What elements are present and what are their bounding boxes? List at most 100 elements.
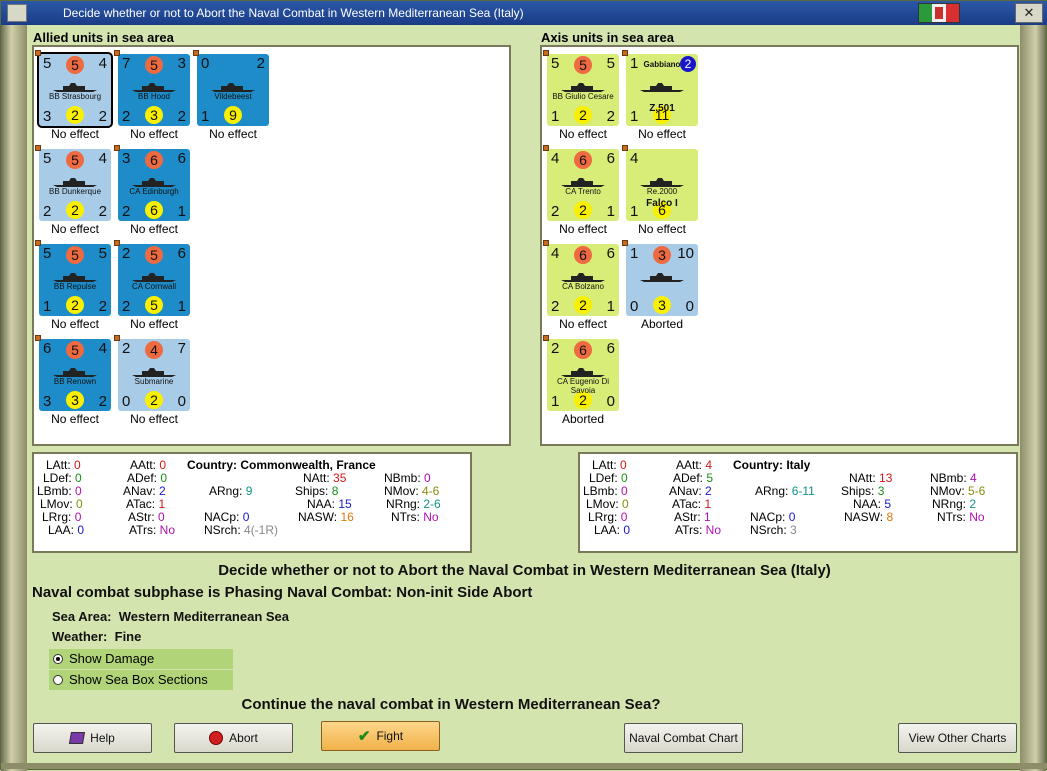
unit-stat-bottom-left: 3 bbox=[43, 393, 52, 410]
unit-movement-circle: 2 bbox=[66, 106, 84, 124]
allied-unit-counter[interactable]: 2 6 2 1 5 5 CA Cornwall bbox=[118, 244, 190, 316]
unit-attack-circle: 6 bbox=[574, 341, 592, 359]
fight-button[interactable]: ✔ Fight bbox=[321, 721, 440, 751]
axis-unit-counter[interactable]: 5 5 1 2 5 2 BB Giulio Cesare bbox=[547, 54, 619, 126]
axis-unit-counter[interactable]: 2 6 1 0 6 2 CA Eugenio Di Savoia bbox=[547, 339, 619, 411]
unit-combat-status: No effect bbox=[559, 317, 607, 331]
allied-stats-panel: LAtt: 0 LDef: 0 LBmb: 0 LMov: 0 LRrg: 0 … bbox=[32, 452, 472, 553]
axis-ntrs: No bbox=[969, 510, 985, 524]
axis-unit-counter[interactable]: 4 1 6 Re.2000 Falco I bbox=[626, 149, 698, 221]
unit-stat-top-left: 4 bbox=[551, 150, 560, 167]
ship-silhouette-icon bbox=[640, 174, 684, 187]
axis-arng: 6-11 bbox=[791, 484, 815, 498]
axis-country: Italy bbox=[786, 458, 811, 472]
axis-unit-counter[interactable]: 4 6 2 1 6 2 CA Bolzano bbox=[547, 244, 619, 316]
unit-attack-circle: 5 bbox=[66, 246, 84, 264]
unit-stat-top-left: 1 bbox=[630, 245, 639, 262]
abort-button[interactable]: Abort bbox=[174, 723, 293, 753]
show-sea-box-radio[interactable]: Show Sea Box Sections bbox=[49, 670, 233, 690]
unit-stat-top-right: 6 bbox=[177, 150, 186, 167]
unit-stat-bottom-right: 2 bbox=[98, 203, 107, 220]
unit-combat-status: No effect bbox=[638, 222, 686, 236]
axis-anav: 2 bbox=[705, 484, 712, 498]
unit-marker-icon bbox=[622, 145, 628, 151]
view-other-charts-button[interactable]: View Other Charts bbox=[898, 723, 1017, 753]
allied-unit-counter[interactable]: 7 3 2 2 5 3 BB Hood bbox=[118, 54, 190, 126]
allied-ldef: 0 bbox=[75, 471, 82, 485]
allied-units-pane[interactable]: 5 4 3 2 5 2 BB Strasbourg No effect 7 3 2 2 5 3 BB Hoo… bbox=[32, 45, 511, 446]
unit-combat-status: No effect bbox=[130, 127, 178, 141]
book-icon bbox=[69, 732, 86, 744]
title-bar[interactable]: Decide whether or not to Abort the Naval… bbox=[1, 1, 1047, 25]
unit-combat-status: No effect bbox=[51, 127, 99, 141]
unit-attack-circle: 5 bbox=[66, 151, 84, 169]
unit-stat-bottom-right: 1 bbox=[606, 203, 615, 220]
show-damage-radio[interactable]: Show Damage bbox=[49, 649, 233, 669]
unit-stat-top-right: 6 bbox=[606, 340, 615, 357]
axis-unit-counter[interactable]: 1 10 0 0 3 3 bbox=[626, 244, 698, 316]
unit-stat-top-right: 4 bbox=[98, 340, 107, 357]
allied-lrrg: 0 bbox=[74, 510, 82, 524]
unit-subname: Falco I bbox=[646, 198, 678, 209]
ship-silhouette-icon bbox=[132, 79, 176, 92]
axis-units-pane[interactable]: 5 5 1 2 5 2 BB Giulio Cesare No effect 1 1 11 Gabbi… bbox=[540, 45, 1019, 446]
allied-astr: 0 bbox=[158, 510, 165, 524]
allied-heading: Allied units in sea area bbox=[33, 30, 174, 45]
unit-marker-icon bbox=[35, 240, 41, 246]
allied-unit-counter[interactable]: 6 4 3 2 5 3 BB Renown bbox=[39, 339, 111, 411]
allied-unit-counter[interactable]: 2 7 0 0 4 2 Submarine bbox=[118, 339, 190, 411]
unit-stat-bottom-left: 2 bbox=[122, 203, 131, 220]
allied-unit-counter[interactable]: 5 4 3 2 5 2 BB Strasbourg bbox=[37, 52, 113, 128]
unit-stat-bottom-right: 1 bbox=[606, 298, 615, 315]
unit-stat-bottom-left: 2 bbox=[551, 298, 560, 315]
fight-label: Fight bbox=[376, 729, 404, 743]
close-button[interactable]: ✕ bbox=[1015, 3, 1043, 23]
unit-name: BB Hood bbox=[137, 92, 171, 101]
unit-movement-circle: 3 bbox=[145, 106, 163, 124]
unit-attack-circle: 5 bbox=[66, 341, 84, 359]
allied-naa: 15 bbox=[338, 497, 352, 511]
unit-stat-bottom-left: 2 bbox=[122, 298, 131, 315]
ship-silhouette-icon bbox=[640, 269, 684, 282]
allied-unit-counter[interactable]: 5 5 1 2 5 2 BB Repulse bbox=[39, 244, 111, 316]
allied-unit-counter[interactable]: 3 6 2 1 6 6 CA Edinburgh bbox=[118, 149, 190, 221]
naval-combat-chart-button[interactable]: Naval Combat Chart bbox=[624, 723, 743, 753]
axis-latt: 0 bbox=[620, 458, 627, 472]
unit-attack-circle: 5 bbox=[145, 246, 163, 264]
unit-marker-icon bbox=[114, 335, 120, 341]
unit-name: CA Bolzano bbox=[562, 282, 604, 291]
allied-unit-counter[interactable]: 5 4 2 2 5 2 BB Dunkerque bbox=[39, 149, 111, 221]
frame-bottom bbox=[1, 763, 1047, 769]
axis-unit-counter[interactable]: 4 6 2 1 6 2 CA Trento bbox=[547, 149, 619, 221]
allied-nmov: 4-6 bbox=[422, 484, 440, 498]
allied-unit-counter[interactable]: 0 2 1 9 Vildebeest bbox=[197, 54, 269, 126]
system-menu-icon[interactable] bbox=[7, 4, 27, 22]
unit-combat-status: No effect bbox=[51, 222, 99, 236]
allied-atrs: No bbox=[159, 523, 176, 537]
unit-attack-circle: 3 bbox=[653, 246, 671, 264]
unit-movement-circle: 2 bbox=[574, 106, 592, 124]
window-title: Decide whether or not to Abort the Naval… bbox=[63, 6, 524, 20]
unit-combat-status: No effect bbox=[51, 317, 99, 331]
axis-unit-counter[interactable]: 1 1 11 Gabbiano 2 Z.501 bbox=[626, 54, 698, 126]
help-button[interactable]: Help bbox=[33, 723, 152, 753]
radio-unselected-icon[interactable] bbox=[53, 675, 63, 685]
axis-atac: 1 bbox=[704, 497, 712, 511]
axis-ldef: 0 bbox=[621, 471, 628, 485]
unit-marker-icon bbox=[35, 145, 41, 151]
unit-combat-status: No effect bbox=[638, 127, 686, 141]
axis-nbmb: 4 bbox=[970, 471, 977, 485]
axis-aatt: 4 bbox=[705, 458, 713, 472]
unit-name: Submarine bbox=[134, 377, 174, 386]
dialog-window: Decide whether or not to Abort the Naval… bbox=[0, 0, 1047, 771]
show-damage-label: Show Damage bbox=[69, 651, 155, 666]
naval-chart-label: Naval Combat Chart bbox=[629, 731, 738, 745]
unit-stat-top-left: 3 bbox=[122, 150, 131, 167]
axis-lrrg: 0 bbox=[620, 510, 628, 524]
frame-right bbox=[1020, 25, 1046, 771]
axis-laa: 0 bbox=[623, 523, 631, 537]
radio-selected-icon[interactable] bbox=[53, 654, 63, 664]
axis-ships: 3 bbox=[877, 484, 885, 498]
continue-question: Continue the naval combat in Western Med… bbox=[241, 696, 661, 713]
unit-stat-bottom-left: 1 bbox=[551, 108, 560, 125]
